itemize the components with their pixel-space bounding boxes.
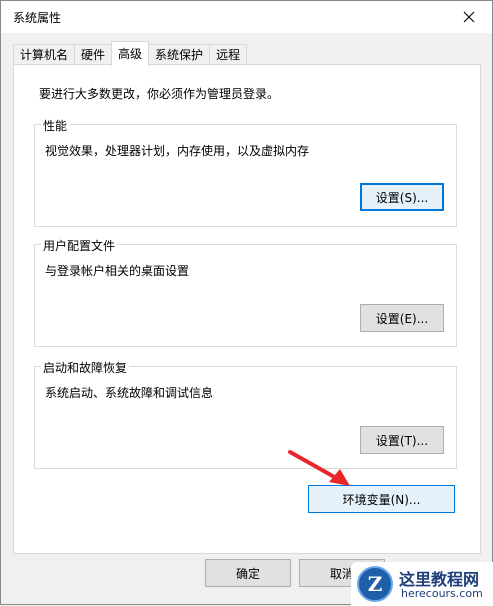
- user-profiles-group: 用户配置文件 与登录帐户相关的桌面设置 设置(E)...: [34, 237, 457, 347]
- user-profiles-description: 与登录帐户相关的桌面设置: [45, 264, 190, 278]
- title-bar: 系统属性: [1, 1, 492, 33]
- startup-recovery-settings-button[interactable]: 设置(T)...: [360, 426, 444, 454]
- performance-description: 视觉效果，处理器计划，内存使用，以及虚拟内存: [45, 144, 310, 158]
- system-properties-window: 系统属性 计算机名 硬件 高级 系统保护 远程 要进行大多数更改，你必须作为管理…: [0, 0, 493, 606]
- watermark-url: herecours.com: [401, 587, 483, 600]
- user-profiles-settings-button[interactable]: 设置(E)...: [360, 304, 444, 332]
- tab-system-protection[interactable]: 系统保护: [148, 44, 211, 66]
- performance-settings-button[interactable]: 设置(S)...: [360, 183, 444, 211]
- startup-recovery-description: 系统启动、系统故障和调试信息: [45, 386, 214, 400]
- window-title: 系统属性: [13, 11, 62, 25]
- startup-recovery-group: 启动和故障恢复 系统启动、系统故障和调试信息 设置(T)...: [34, 359, 457, 469]
- ok-button[interactable]: 确定: [205, 559, 291, 587]
- advanced-tab-panel: 要进行大多数更改，你必须作为管理员登录。 性能 视觉效果，处理器计划，内存使用，…: [13, 64, 481, 554]
- tab-advanced[interactable]: 高级: [111, 41, 150, 66]
- user-profiles-group-title: 用户配置文件: [41, 237, 118, 254]
- close-icon: [463, 11, 475, 23]
- close-button[interactable]: [446, 1, 492, 33]
- watermark-logo-icon: Z: [357, 566, 393, 602]
- performance-group: 性能 视觉效果，处理器计划，内存使用，以及虚拟内存 设置(S)...: [34, 117, 457, 227]
- watermark: Z 这里教程网 herecours.com: [351, 562, 493, 606]
- performance-group-title: 性能: [41, 117, 70, 134]
- tab-remote[interactable]: 远程: [209, 44, 248, 66]
- environment-variables-button[interactable]: 环境变量(N)...: [308, 485, 455, 513]
- tab-hardware[interactable]: 硬件: [74, 44, 113, 66]
- startup-recovery-group-title: 启动和故障恢复: [41, 359, 130, 376]
- tab-computer-name[interactable]: 计算机名: [13, 44, 76, 66]
- annotation-arrow-icon: [288, 450, 350, 486]
- annotation-arrow-shaft: [288, 450, 340, 481]
- tab-strip: 计算机名 硬件 高级 系统保护 远程: [13, 41, 248, 66]
- admin-notice: 要进行大多数更改，你必须作为管理员登录。: [39, 87, 280, 101]
